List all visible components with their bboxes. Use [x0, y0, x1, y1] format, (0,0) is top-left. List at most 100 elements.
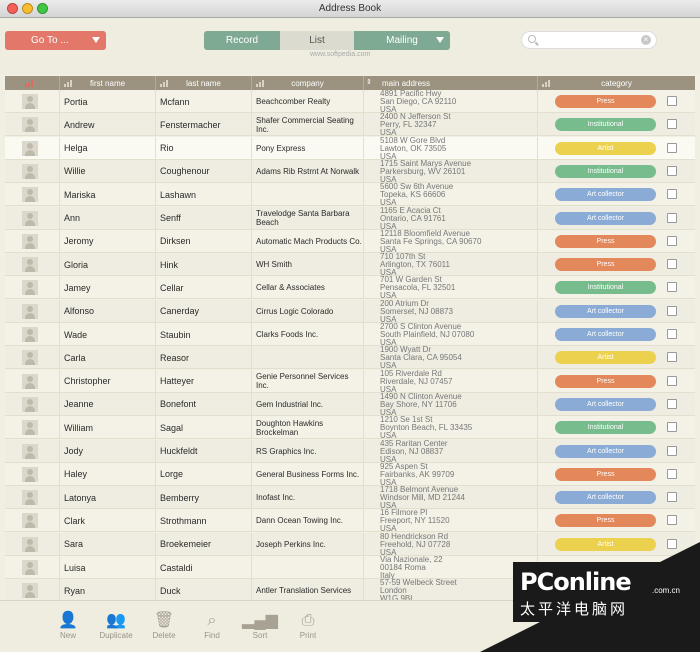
table-row[interactable]: Jody Huckfeldt RS Graphics Inc. 435 Raritan…: [5, 439, 695, 463]
address-cell[interactable]: 12118 Bloomfield Avenue Santa Fe Springs,…: [364, 229, 538, 253]
last-name-cell[interactable]: Canerday: [156, 299, 252, 323]
photo-cell[interactable]: [5, 159, 60, 183]
view-list-button[interactable]: List: [280, 31, 354, 50]
last-name-cell[interactable]: Lashawn: [156, 183, 252, 207]
duplicate-button[interactable]: 👥 Duplicate: [92, 611, 140, 647]
first-name-cell[interactable]: Carla: [60, 346, 156, 370]
last-name-cell[interactable]: Dirksen: [156, 229, 252, 253]
row-checkbox[interactable]: [667, 445, 677, 456]
column-header-category[interactable]: category: [538, 76, 695, 90]
photo-cell[interactable]: [5, 486, 60, 510]
address-cell[interactable]: 1715 Saint Marys Avenue Parkersburg, WV 2…: [364, 159, 538, 183]
category-badge[interactable]: Art collector: [555, 444, 656, 458]
sort-button[interactable]: ▂▄▆ Sort: [236, 611, 284, 647]
table-row[interactable]: Gloria Hink WH Smith 710 107th St Arlington,…: [5, 253, 695, 277]
company-cell[interactable]: Genie Personnel Services Inc.: [252, 369, 364, 393]
table-row[interactable]: Clark Strothmann Dann Ocean Towing Inc. 16 …: [5, 509, 695, 533]
company-cell[interactable]: Shafer Commercial Seating Inc.: [252, 113, 364, 137]
column-header-address[interactable]: ⇕ main address: [364, 76, 538, 90]
photo-cell[interactable]: [5, 532, 60, 556]
category-badge[interactable]: Artist: [555, 141, 656, 155]
table-row[interactable]: Andrew Fenstermacher Shafer Commercial Sea…: [5, 113, 695, 137]
address-cell[interactable]: 200 Atrium Dr Somerset, NJ 08873 USA: [364, 299, 538, 323]
first-name-cell[interactable]: Gloria: [60, 253, 156, 277]
row-checkbox[interactable]: [667, 282, 677, 293]
last-name-cell[interactable]: Huckfeldt: [156, 439, 252, 463]
find-button[interactable]: ⌕ Find: [188, 611, 236, 647]
row-checkbox[interactable]: [667, 468, 677, 479]
table-row[interactable]: Haley Lorge General Business Forms Inc. 925…: [5, 462, 695, 486]
table-row[interactable]: Ann Senff Travelodge Santa Barbara Beach 11…: [5, 206, 695, 230]
photo-cell[interactable]: [5, 183, 60, 207]
company-cell[interactable]: WH Smith: [252, 253, 364, 277]
last-name-cell[interactable]: Senff: [156, 206, 252, 230]
table-row[interactable]: William Sagal Doughton Hawkins Brockelman 1…: [5, 416, 695, 440]
first-name-cell[interactable]: Jody: [60, 439, 156, 463]
table-row[interactable]: Christopher Hatteyer Genie Personnel Servi…: [5, 369, 695, 393]
category-badge[interactable]: Art collector: [555, 328, 656, 341]
last-name-cell[interactable]: Sagal: [156, 416, 252, 440]
row-checkbox[interactable]: [667, 375, 677, 386]
table-row[interactable]: Jeromy Dirksen Automatic Mach Products Co.…: [5, 229, 695, 253]
category-badge[interactable]: Press: [555, 234, 656, 248]
photo-cell[interactable]: [5, 113, 60, 137]
first-name-cell[interactable]: Jeromy: [60, 229, 156, 253]
last-name-cell[interactable]: Bonefont: [156, 392, 252, 416]
last-name-cell[interactable]: Bemberry: [156, 486, 252, 510]
company-cell[interactable]: Inofast Inc.: [252, 486, 364, 510]
row-checkbox[interactable]: [667, 329, 677, 339]
address-cell[interactable]: 5108 W Gore Blvd Lawton, OK 73505 USA: [364, 136, 538, 160]
table-row[interactable]: Jamey Cellar Cellar & Associates 701 W Gard…: [5, 276, 695, 300]
row-checkbox[interactable]: [667, 422, 677, 433]
first-name-cell[interactable]: Sara: [60, 532, 156, 556]
photo-cell[interactable]: [5, 276, 60, 300]
company-cell[interactable]: Adams Rib Rstrnt At Norwalk: [252, 159, 364, 183]
view-record-button[interactable]: Record: [204, 31, 280, 50]
table-row[interactable]: Wade Staubin Clarks Foods Inc. 2700 S Clint…: [5, 323, 695, 346]
first-name-cell[interactable]: Luisa: [60, 556, 156, 579]
new-button[interactable]: 👤 New: [44, 611, 92, 647]
company-cell[interactable]: Automatic Mach Products Co.: [252, 229, 364, 253]
print-button[interactable]: ⎙ Print: [284, 611, 332, 647]
first-name-cell[interactable]: Clark: [60, 509, 156, 533]
column-header-last-name[interactable]: last name: [156, 76, 252, 90]
column-header-first-name[interactable]: first name: [60, 76, 156, 90]
clear-search-icon[interactable]: ×: [641, 35, 651, 45]
company-cell[interactable]: Gem Industrial Inc.: [252, 392, 364, 416]
last-name-cell[interactable]: Reasor: [156, 346, 252, 370]
category-badge[interactable]: Artist: [555, 351, 656, 365]
delete-button[interactable]: 🗑 Delete: [140, 611, 188, 647]
category-badge[interactable]: Institutional: [555, 421, 656, 435]
first-name-cell[interactable]: Ryan: [60, 579, 156, 600]
row-checkbox[interactable]: [667, 235, 677, 246]
company-cell[interactable]: General Business Forms Inc.: [252, 462, 364, 486]
category-badge[interactable]: Art collector: [555, 304, 656, 318]
photo-cell[interactable]: [5, 392, 60, 416]
table-row[interactable]: Willie Coughenour Adams Rib Rstrnt At Norw…: [5, 159, 695, 183]
address-cell[interactable]: 1490 N Clinton Avenue Bay Shore, NY 11706…: [364, 392, 538, 416]
address-cell[interactable]: 435 Raritan Center Edison, NJ 08837 USA: [364, 439, 538, 463]
first-name-cell[interactable]: Ann: [60, 206, 156, 230]
photo-cell[interactable]: [5, 556, 60, 579]
first-name-cell[interactable]: Haley: [60, 462, 156, 486]
last-name-cell[interactable]: Fenstermacher: [156, 113, 252, 137]
company-cell[interactable]: RS Graphics Inc.: [252, 439, 364, 463]
company-cell[interactable]: Beachcomber Realty: [252, 90, 364, 113]
table-row[interactable]: Carla Reasor 1900 Wyatt Dr Santa Clara, CA …: [5, 346, 695, 370]
company-cell[interactable]: Doughton Hawkins Brockelman: [252, 416, 364, 440]
company-cell[interactable]: Cellar & Associates: [252, 276, 364, 300]
first-name-cell[interactable]: Willie: [60, 159, 156, 183]
table-row[interactable]: Jeanne Bonefont Gem Industrial Inc. 1490 N …: [5, 392, 695, 416]
category-badge[interactable]: Press: [555, 95, 656, 108]
column-header-photo[interactable]: [5, 76, 60, 90]
company-cell[interactable]: Cirrus Logic Colorado: [252, 299, 364, 323]
address-cell[interactable]: 2700 S Clinton Avenue South Plainfield, N…: [364, 323, 538, 346]
row-checkbox[interactable]: [667, 96, 677, 106]
address-cell[interactable]: 5600 Sw 6th Avenue Topeka, KS 66606 USA: [364, 183, 538, 207]
photo-cell[interactable]: [5, 90, 60, 113]
photo-cell[interactable]: [5, 323, 60, 346]
row-checkbox[interactable]: [667, 165, 677, 176]
photo-cell[interactable]: [5, 136, 60, 160]
last-name-cell[interactable]: Hink: [156, 253, 252, 277]
category-badge[interactable]: Art collector: [555, 491, 656, 505]
